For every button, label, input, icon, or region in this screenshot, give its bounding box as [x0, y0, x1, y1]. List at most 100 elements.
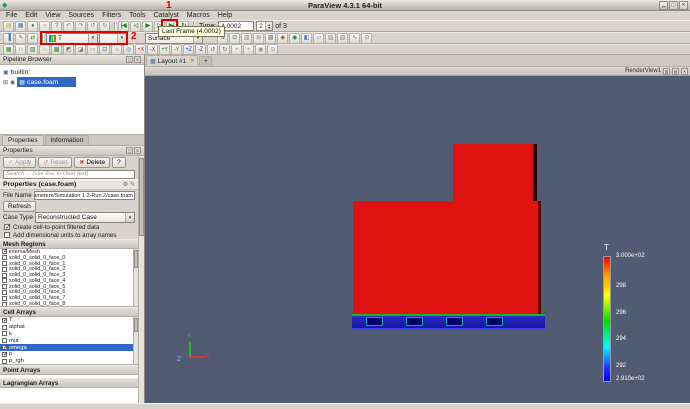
- select-points-on-surface-button[interactable]: ∷: [15, 44, 26, 55]
- component-dropdown[interactable]: ▾: [99, 32, 127, 44]
- menu-filters[interactable]: Filters: [98, 12, 125, 19]
- hover-cells-button[interactable]: ▭: [87, 44, 98, 55]
- slice-filter-button[interactable]: ▱: [313, 32, 324, 44]
- float-dock-icon[interactable]: ▢: [126, 147, 133, 154]
- checkbox-icon[interactable]: [2, 358, 7, 364]
- play-button[interactable]: ▶: [142, 20, 153, 32]
- view-y-plus-button[interactable]: +Y: [159, 44, 170, 55]
- close-icon[interactable]: ✕: [679, 0, 688, 10]
- checkbox-icon[interactable]: [2, 266, 7, 272]
- reset-center-button[interactable]: ⊙: [267, 44, 278, 55]
- checkbox-icon[interactable]: [2, 260, 7, 266]
- minimize-icon[interactable]: ▁: [659, 0, 668, 10]
- select-block-button[interactable]: ▩: [51, 44, 62, 55]
- list-item[interactable]: p: [0, 351, 138, 358]
- file-name-input[interactable]: arameters/Simulation 1 2-Run 2/case.foam: [33, 191, 135, 200]
- glyph-filter-button[interactable]: ◆: [277, 32, 288, 44]
- scrollbar-thumb[interactable]: [139, 158, 144, 236]
- extract-filter-button[interactable]: ▧: [337, 32, 348, 44]
- expander-icon[interactable]: ⊞: [3, 79, 8, 86]
- checkbox-icon[interactable]: [2, 289, 7, 295]
- select-cells-through-button[interactable]: ▧: [27, 44, 38, 55]
- show-axes-button[interactable]: ⊞: [253, 32, 264, 44]
- checkbox-icon[interactable]: [4, 232, 10, 238]
- list-item[interactable]: T: [0, 317, 138, 324]
- checkbox-icon[interactable]: [2, 301, 7, 306]
- show-center-axes-button[interactable]: +: [243, 44, 254, 55]
- view-z-minus-button[interactable]: -Z: [195, 44, 206, 55]
- checkbox-icon[interactable]: [2, 338, 7, 344]
- reset-camera-button[interactable]: ⌂: [111, 44, 122, 55]
- search-input[interactable]: Search ... (use Esc to clear text): [3, 169, 135, 179]
- option-checkbox[interactable]: Create cell-to-point filtered data: [0, 223, 138, 231]
- pick-center-button[interactable]: ◉: [255, 44, 266, 55]
- view-y-minus-button[interactable]: -Y: [171, 44, 182, 55]
- list-item[interactable]: p_rgh: [0, 358, 138, 364]
- view-x-plus-button[interactable]: +X: [135, 44, 146, 55]
- menu-edit[interactable]: Edit: [21, 12, 41, 19]
- menu-help[interactable]: Help: [214, 12, 236, 19]
- rescale-range-button[interactable]: ⇄: [27, 32, 38, 44]
- render-viewport[interactable]: T 3.000e+02 298 296 294 292 2.910e+02 Y X Z: [145, 76, 690, 403]
- close-view-icon[interactable]: ✕: [681, 67, 688, 75]
- menu-tools[interactable]: Tools: [125, 12, 149, 19]
- view-z-plus-button[interactable]: +Z: [183, 44, 194, 55]
- checkbox-icon[interactable]: [2, 249, 8, 255]
- frame-spinner[interactable]: 2 ▴ ▾: [256, 21, 274, 31]
- contour-filter-button[interactable]: ◉: [289, 32, 300, 44]
- pipeline-item-builtin[interactable]: ▣ builtin:: [0, 67, 144, 77]
- save-data-button[interactable]: ▦: [15, 20, 26, 32]
- maximize-icon[interactable]: ▢: [669, 0, 678, 10]
- close-dock-icon[interactable]: ✕: [134, 56, 141, 63]
- show-orientation-axes-button[interactable]: +: [231, 44, 242, 55]
- rescale-temporal-button[interactable]: ⊡: [229, 32, 240, 44]
- list-item[interactable]: mut: [0, 337, 138, 344]
- checkbox-icon[interactable]: [2, 351, 8, 358]
- redo-button[interactable]: ↷: [75, 20, 86, 32]
- close-dock-icon[interactable]: ✕: [134, 147, 141, 154]
- reset-button[interactable]: ↺ Reset: [38, 157, 73, 168]
- checkbox-icon[interactable]: [2, 331, 7, 337]
- checkbox-icon[interactable]: [4, 223, 11, 231]
- interactive-select-points-button[interactable]: ◪: [75, 44, 86, 55]
- checkbox-icon[interactable]: [2, 272, 7, 278]
- gear-icon[interactable]: ⚙: [123, 181, 128, 188]
- view-x-minus-button[interactable]: -X: [147, 44, 158, 55]
- spin-down-icon[interactable]: ▾: [268, 26, 270, 30]
- list-item[interactable]: k: [0, 331, 138, 338]
- zoom-to-data-button[interactable]: ◎: [123, 44, 134, 55]
- menu-view[interactable]: View: [41, 12, 64, 19]
- tab-properties[interactable]: Properties: [2, 135, 44, 145]
- toggle-color-legend-button[interactable]: ▐: [3, 32, 14, 44]
- checkbox-icon[interactable]: [2, 295, 7, 301]
- menu-macros[interactable]: Macros: [183, 12, 214, 19]
- float-dock-icon[interactable]: ▢: [126, 56, 133, 63]
- tab-information[interactable]: Information: [44, 135, 90, 145]
- interactive-select-cells-button[interactable]: ◩: [63, 44, 74, 55]
- checkbox-icon[interactable]: [2, 317, 8, 324]
- menu-file[interactable]: File: [2, 12, 21, 19]
- open-file-button[interactable]: ▤: [3, 20, 14, 32]
- checkbox-icon[interactable]: [2, 324, 7, 330]
- refresh-button[interactable]: Refresh: [3, 201, 36, 212]
- rotate-cw-button[interactable]: ↻: [219, 44, 230, 55]
- threshold-filter-button[interactable]: ▨: [325, 32, 336, 44]
- previous-frame-button[interactable]: ◁: [130, 20, 141, 32]
- properties-scrollbar[interactable]: [138, 156, 144, 403]
- help-button[interactable]: ?: [112, 157, 126, 168]
- rotate-ccw-button[interactable]: ↺: [207, 44, 218, 55]
- case-type-dropdown[interactable]: Reconstructed Case ▾: [35, 212, 135, 223]
- pipeline-item-case-foam[interactable]: ⊞ ◉ ▦ case.foam: [0, 77, 144, 87]
- option-checkbox[interactable]: Add dimensional units to array names: [0, 231, 138, 239]
- camera-redo-button[interactable]: ↻: [99, 20, 110, 32]
- edit-legend-button[interactable]: ▩: [265, 32, 276, 44]
- edit-icon[interactable]: ✎: [130, 181, 135, 188]
- list-item[interactable]: solid_0_solid_0_face_8: [0, 301, 138, 306]
- menu-catalyst[interactable]: Catalyst: [149, 12, 182, 19]
- delete-button[interactable]: ✖ Delete: [74, 157, 111, 168]
- checkbox-icon[interactable]: [2, 344, 8, 351]
- first-frame-button[interactable]: |◀: [118, 20, 129, 32]
- connect-button[interactable]: ●: [27, 20, 38, 32]
- tab-layout-1[interactable]: ▦ Layout #1 ✕: [146, 55, 199, 66]
- pipeline-item-selected[interactable]: ▦ case.foam: [17, 77, 77, 87]
